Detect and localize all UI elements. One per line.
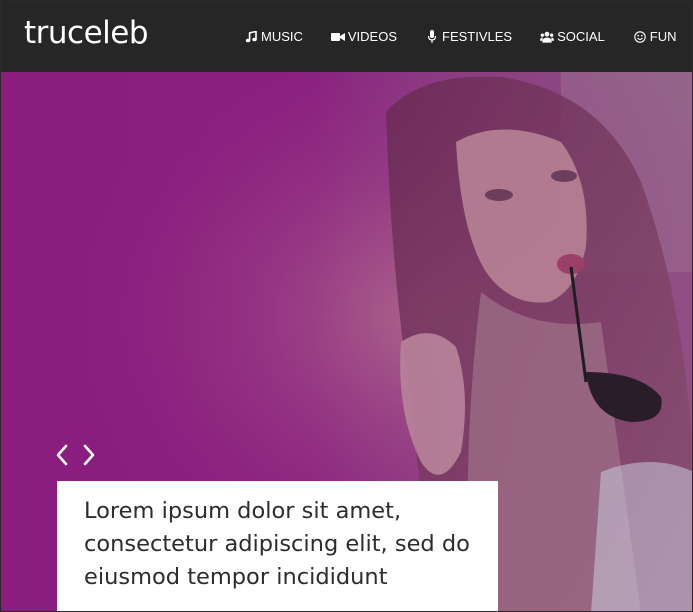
top-navbar: truceleb MUSIC VIDEOS FESTIVLES SOCIAL F… — [1, 1, 692, 72]
microphone-icon — [425, 30, 439, 43]
main-nav: MUSIC VIDEOS FESTIVLES SOCIAL FUN — [244, 1, 692, 72]
smile-icon — [633, 30, 647, 43]
nav-item-label: SOCIAL — [557, 29, 605, 44]
nav-item-label: VIDEOS — [347, 29, 398, 44]
nav-item-videos[interactable]: VIDEOS — [330, 29, 398, 44]
slide-caption-text: Lorem ipsum dolor sit amet, consectetur … — [84, 498, 470, 590]
page-frame: truceleb MUSIC VIDEOS FESTIVLES SOCIAL F… — [0, 0, 693, 612]
hero-slider: Lorem ipsum dolor sit amet, consectetur … — [1, 72, 692, 611]
nav-item-music[interactable]: MUSIC — [244, 29, 303, 44]
nav-item-festivles[interactable]: FESTIVLES — [425, 29, 512, 44]
music-note-icon — [244, 30, 258, 43]
nav-item-label: FESTIVLES — [442, 29, 513, 44]
nav-item-label: FUN — [649, 29, 677, 44]
video-camera-icon — [330, 30, 345, 43]
nav-item-fun[interactable]: FUN — [633, 29, 677, 44]
slider-next-button[interactable] — [81, 444, 97, 466]
slide-caption-box: Lorem ipsum dolor sit amet, consectetur … — [57, 481, 498, 611]
nav-item-label: MUSIC — [261, 29, 303, 44]
slider-prev-button[interactable] — [54, 444, 70, 466]
users-icon — [540, 30, 555, 43]
nav-item-social[interactable]: SOCIAL — [540, 29, 605, 44]
site-logo[interactable]: truceleb — [24, 15, 149, 51]
